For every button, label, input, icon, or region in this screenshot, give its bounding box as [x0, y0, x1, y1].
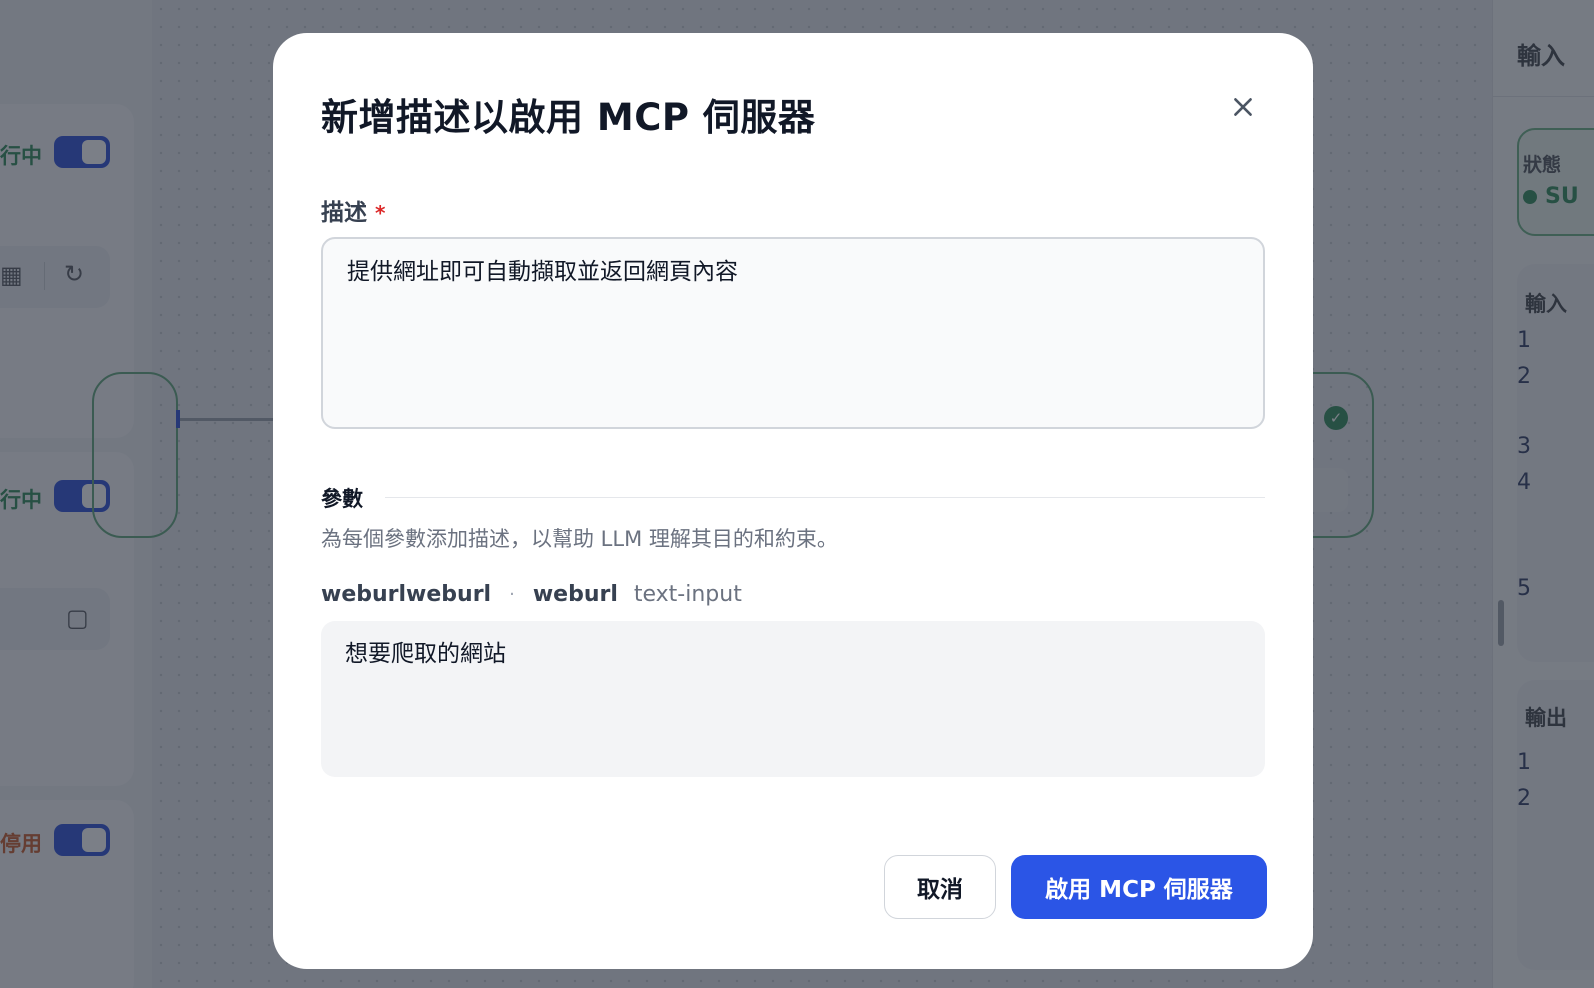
param-type: text-input	[633, 581, 742, 607]
params-section-title: 參數	[321, 487, 363, 511]
close-button[interactable]	[1225, 89, 1261, 125]
enable-mcp-dialog: 新增描述以啟用 MCP 伺服器 描述 * 提供網址即可自動擷取並返回網頁內容 參數…	[273, 33, 1313, 969]
description-textarea[interactable]: 提供網址即可自動擷取並返回網頁內容	[321, 237, 1265, 429]
description-label: 描述 *	[321, 193, 385, 227]
param-separator: ·	[509, 583, 515, 605]
required-mark: *	[375, 201, 386, 225]
enable-mcp-server-button[interactable]: 啟用 MCP 伺服器	[1011, 855, 1267, 919]
section-divider	[385, 497, 1265, 498]
dialog-title: 新增描述以啟用 MCP 伺服器	[321, 96, 816, 139]
param-header: weburlweburl · weburl text-input	[321, 579, 742, 609]
params-hint: 為每個參數添加描述，以幫助 LLM 理解其目的和約束。	[321, 527, 838, 551]
param-name: weburlweburl	[321, 581, 492, 607]
param-description-textarea[interactable]: 想要爬取的網站	[321, 621, 1265, 777]
description-label-text: 描述	[321, 200, 367, 226]
close-icon	[1234, 98, 1252, 116]
cancel-button[interactable]: 取消	[884, 855, 996, 919]
param-key: weburl	[532, 581, 618, 607]
